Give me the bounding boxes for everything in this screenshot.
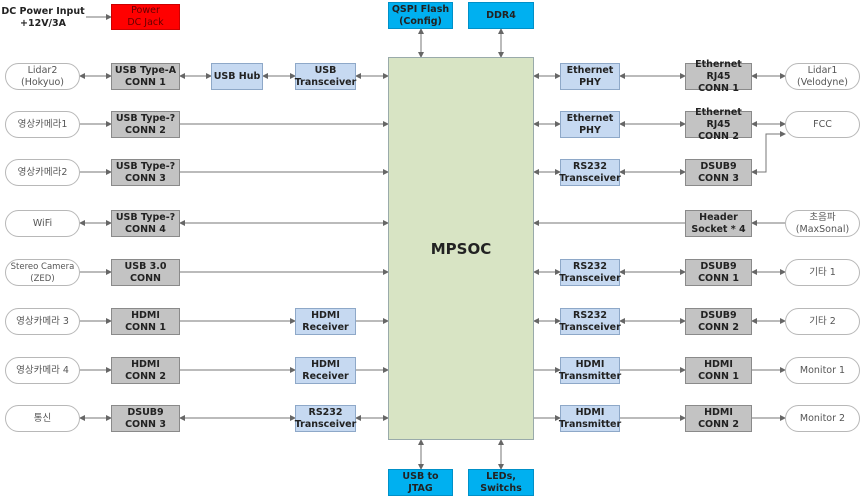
conn-usb-4: USB Type-? CONN 4 (111, 210, 180, 237)
conn-header-socket: Header Socket * 4 (685, 210, 752, 237)
rs232-transceiver-left: RS232 Transceiver (295, 405, 356, 432)
node-camera2: 영상카메라2 (5, 159, 80, 186)
node-camera3: 영상카메라 3 (5, 308, 80, 335)
dc-power-input-label: DC Power Input +12V/3A (1, 6, 85, 29)
node-stereo-camera: Stereo Camera (ZED) (5, 259, 80, 286)
usb-to-jtag: USB to JTAG (388, 469, 453, 496)
conn-hdmi-2: HDMI CONN 2 (111, 357, 180, 384)
node-monitor1: Monitor 1 (785, 357, 860, 384)
node-camera4: 영상카메라 4 (5, 357, 80, 384)
block-diagram: DC Power Input +12V/3A Power DC Jack QSP… (0, 0, 866, 500)
power-dc-jack: Power DC Jack (111, 4, 180, 30)
ethernet-phy-1: Ethernet PHY (560, 63, 620, 90)
node-lidar1: Lidar1 (Velodyne) (785, 63, 860, 90)
conn-dsub9-3: DSUB9 CONN 3 (111, 405, 180, 432)
conn-usb-2: USB Type-? CONN 2 (111, 111, 180, 138)
ethernet-phy-2: Ethernet PHY (560, 111, 620, 138)
hdmi-receiver-2: HDMI Receiver (295, 357, 356, 384)
conn-rj45-2: Ethernet RJ45 CONN 2 (685, 107, 752, 142)
rs232-transceiver-r2: RS232 Transceiver (559, 259, 621, 286)
rs232-transceiver-r1: RS232 Transceiver (559, 159, 621, 186)
rs232-transceiver-r3: RS232 Transceiver (559, 308, 621, 335)
node-etc1: 기타 1 (785, 259, 860, 286)
node-lidar2: Lidar2 (Hokyuo) (5, 63, 80, 90)
conn-hdmi-1: HDMI CONN 1 (111, 308, 180, 335)
node-comm: 통신 (5, 405, 80, 432)
connection-arrow (751, 131, 786, 175)
conn-hdmi-r1: HDMI CONN 1 (685, 357, 752, 384)
conn-usb-3: USB Type-? CONN 3 (111, 159, 180, 186)
ddr4: DDR4 (468, 2, 534, 29)
node-ultrasonic: 초음파 (MaxSonal) (785, 210, 860, 237)
qspi-flash: QSPI Flash (Config) (388, 2, 453, 29)
node-monitor2: Monitor 2 (785, 405, 860, 432)
conn-usb-type-a-1: USB Type-A CONN 1 (111, 63, 180, 90)
node-etc2: 기타 2 (785, 308, 860, 335)
conn-dsub9-r3: DSUB9 CONN 3 (685, 159, 752, 186)
conn-rj45-1: Ethernet RJ45 CONN 1 (685, 59, 752, 94)
conn-dsub9-r2: DSUB9 CONN 2 (685, 308, 752, 335)
usb-hub: USB Hub (211, 63, 263, 90)
node-camera1: 영상카메라1 (5, 111, 80, 138)
usb-transceiver: USB Transceiver (295, 63, 356, 90)
hdmi-transmitter-1: HDMI Transmitter (559, 357, 621, 384)
conn-usb3: USB 3.0 CONN (111, 259, 180, 286)
node-fcc: FCC (785, 111, 860, 138)
node-wifi: WiFi (5, 210, 80, 237)
hdmi-receiver-1: HDMI Receiver (295, 308, 356, 335)
mpsoc: MPSOC (388, 57, 534, 440)
leds-switches: LEDs, Switchs (468, 469, 534, 496)
conn-dsub9-r1: DSUB9 CONN 1 (685, 259, 752, 286)
hdmi-transmitter-2: HDMI Transmitter (559, 405, 621, 432)
conn-hdmi-r2: HDMI CONN 2 (685, 405, 752, 432)
